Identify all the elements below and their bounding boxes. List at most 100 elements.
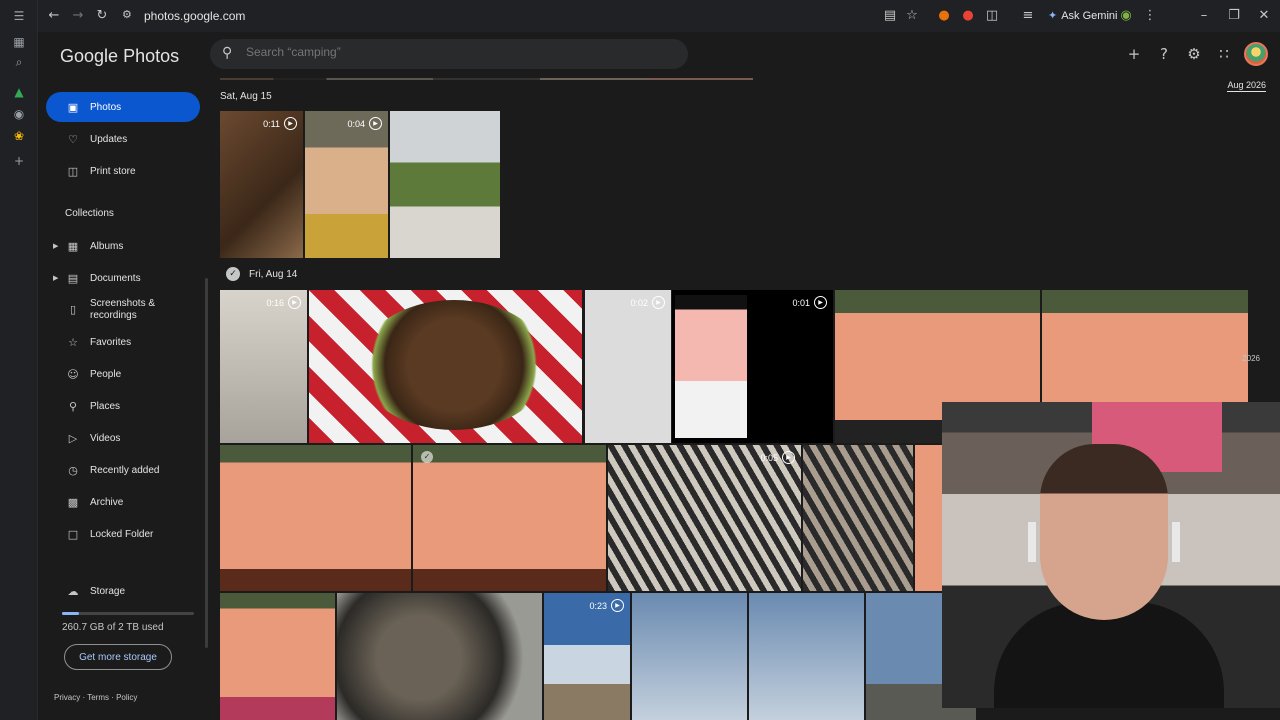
close-icon[interactable]: ✕ — [1256, 8, 1272, 24]
search-app-icon[interactable]: ⌕ — [11, 54, 27, 70]
photo-thumbnail[interactable]: 0:16 ▶ — [220, 290, 307, 443]
search-bar[interactable]: ⚲ — [210, 39, 688, 69]
collections-heading: Collections — [65, 208, 114, 219]
photo-thumbnail[interactable] — [749, 593, 864, 720]
video-duration: 0:11 ▶ — [263, 117, 297, 130]
sidebar-item-storage[interactable]: ☁ Storage — [46, 576, 200, 606]
sidebar-item-documents[interactable]: ▶ ▤ Documents — [46, 263, 200, 293]
sidebar-item-label: Videos — [90, 432, 121, 444]
photo-thumbnail[interactable] — [632, 593, 747, 720]
storage-progress — [62, 612, 194, 615]
extension-1-icon[interactable]: ● — [936, 8, 952, 24]
sidebar-item-archive[interactable]: ▩ Archive — [46, 487, 200, 517]
photo-thumbnail[interactable]: 0:02 ▶ — [585, 290, 671, 443]
sidebar-item-recently-added[interactable]: ◷ Recently added — [46, 455, 200, 485]
forward-icon[interactable]: → — [70, 8, 86, 24]
google-photos-logo[interactable]: Google Photos — [60, 46, 179, 67]
photo-thumbnail[interactable] — [390, 111, 500, 258]
help-icon[interactable]: ? — [1154, 44, 1174, 64]
sidebar-item-places[interactable]: ⚲ Places — [46, 391, 200, 421]
webcam-overlay — [942, 402, 1280, 708]
duration-text: 0:05 — [760, 452, 778, 463]
photo-thumbnail[interactable] — [309, 290, 582, 443]
select-day-check-icon[interactable]: ✓ — [226, 267, 240, 281]
sidebar-item-label: Favorites — [90, 336, 132, 348]
grid-app-icon[interactable]: ▦ — [11, 34, 27, 50]
sidebar-item-albums[interactable]: ▶ ▦ Albums — [46, 231, 200, 261]
photo-thumbnail[interactable] — [337, 593, 542, 720]
minimize-icon[interactable]: – — [1196, 8, 1212, 24]
sidebar-item-locked-folder[interactable]: □ Locked Folder — [46, 519, 200, 549]
site-info-icon[interactable]: ⚙ — [122, 8, 136, 22]
drive-icon[interactable]: ▲ — [11, 84, 27, 100]
get-more-storage-button[interactable]: Get more storage — [64, 644, 172, 670]
star-icon: ☆ — [68, 335, 78, 349]
video-duration: 0:02 ▶ — [630, 296, 665, 309]
expand-caret-icon[interactable]: ▶ — [53, 274, 58, 282]
photo-icon: ▣ — [67, 100, 79, 114]
sidebar-item-favorites[interactable]: ☆ Favorites — [46, 327, 200, 357]
apps-grid-icon[interactable]: ∷ — [1214, 44, 1234, 64]
footer-links: Privacy · Terms · Policy — [54, 693, 138, 702]
tab-search-icon[interactable]: ≡ — [1020, 8, 1036, 24]
sidebar-item-label: Locked Folder — [90, 528, 154, 540]
reload-icon[interactable]: ↻ — [94, 8, 110, 24]
settings-gear-icon[interactable]: ⚙ — [1184, 44, 1204, 64]
restore-icon[interactable]: ❐ — [1226, 8, 1242, 24]
create-plus-icon[interactable]: + — [1124, 44, 1144, 64]
browser-menu-icon[interactable]: ⋮ — [1142, 8, 1158, 24]
top-actions: + ? ⚙ ∷ — [1124, 42, 1268, 66]
lock-icon: □ — [67, 527, 79, 541]
ask-gemini-button[interactable]: ✦ Ask Gemini — [1048, 9, 1117, 22]
photo-thumbnail[interactable] — [220, 78, 753, 80]
privacy-link[interactable]: Privacy — [54, 693, 80, 702]
back-icon[interactable]: ← — [46, 8, 62, 24]
duration-text: 0:23 — [589, 600, 607, 611]
sidebar-item-videos[interactable]: ▷ Videos — [46, 423, 200, 453]
date-heading: Sat, Aug 15 — [220, 91, 272, 102]
gemini-icon: ✦ — [1048, 10, 1058, 22]
extensions-icon[interactable]: ◫ — [984, 8, 1000, 24]
expand-caret-icon[interactable]: ▶ — [53, 242, 58, 250]
photos-app-icon[interactable]: ❀ — [11, 128, 27, 144]
sidebar-item-people[interactable]: ☺ People — [46, 359, 200, 389]
chrome-icon[interactable]: ◉ — [11, 106, 27, 122]
add-app-icon[interactable]: + — [11, 153, 27, 169]
sidebar-item-label: Recently added — [90, 464, 160, 476]
extension-2-icon[interactable]: ● — [960, 8, 976, 24]
bag-icon: ◫ — [67, 164, 79, 178]
play-icon: ▶ — [369, 117, 382, 130]
cast-icon[interactable]: ▤ — [882, 8, 898, 24]
photo-thumbnail[interactable]: 0:05 ▶ — [608, 445, 801, 591]
play-icon: ▶ — [288, 296, 301, 309]
search-icon[interactable]: ⚲ — [222, 45, 232, 61]
photo-thumbnail[interactable]: 0:11 ▶ — [220, 111, 303, 258]
avatar[interactable] — [1244, 42, 1268, 66]
sidebar-scrollbar[interactable] — [205, 278, 208, 648]
timeline-current-date[interactable]: Aug 2026 — [1227, 80, 1266, 92]
search-input[interactable] — [246, 45, 666, 59]
album-icon: ▦ — [67, 239, 79, 253]
photo-thumbnail[interactable] — [803, 445, 913, 591]
photo-thumbnail[interactable]: 0:23 ▶ — [544, 593, 630, 720]
sidebar-item-label: Archive — [90, 496, 124, 508]
profile-icon[interactable]: ◉ — [1118, 8, 1134, 24]
sidebar-item-updates[interactable]: ♡ Updates — [46, 124, 200, 154]
sidebar-item-print-store[interactable]: ◫ Print store — [46, 156, 200, 186]
sidebar-item-photos[interactable]: ▣ Photos — [46, 92, 200, 122]
menu-icon[interactable]: ☰ — [11, 8, 27, 24]
select-check-icon[interactable]: ✓ — [421, 451, 433, 463]
photo-thumbnail[interactable] — [220, 593, 335, 720]
policy-link[interactable]: Policy — [116, 693, 137, 702]
photo-thumbnail[interactable]: 0:04 ▶ — [305, 111, 388, 258]
address-bar[interactable]: ⚙ photos.google.com — [116, 5, 916, 27]
photo-thumbnail[interactable]: ✓ — [413, 445, 606, 591]
duration-text: 0:02 — [630, 297, 648, 308]
storage-progress-fill — [62, 612, 80, 615]
timeline-year[interactable]: 2026 — [1242, 354, 1260, 363]
terms-link[interactable]: Terms — [87, 693, 109, 702]
photo-thumbnail[interactable]: 0:01 ▶ — [672, 290, 833, 443]
bookmark-star-icon[interactable]: ☆ — [904, 8, 920, 24]
photo-thumbnail[interactable] — [220, 445, 411, 591]
sidebar-item-screenshots[interactable]: ▯ Screenshots & recordings — [46, 293, 200, 327]
